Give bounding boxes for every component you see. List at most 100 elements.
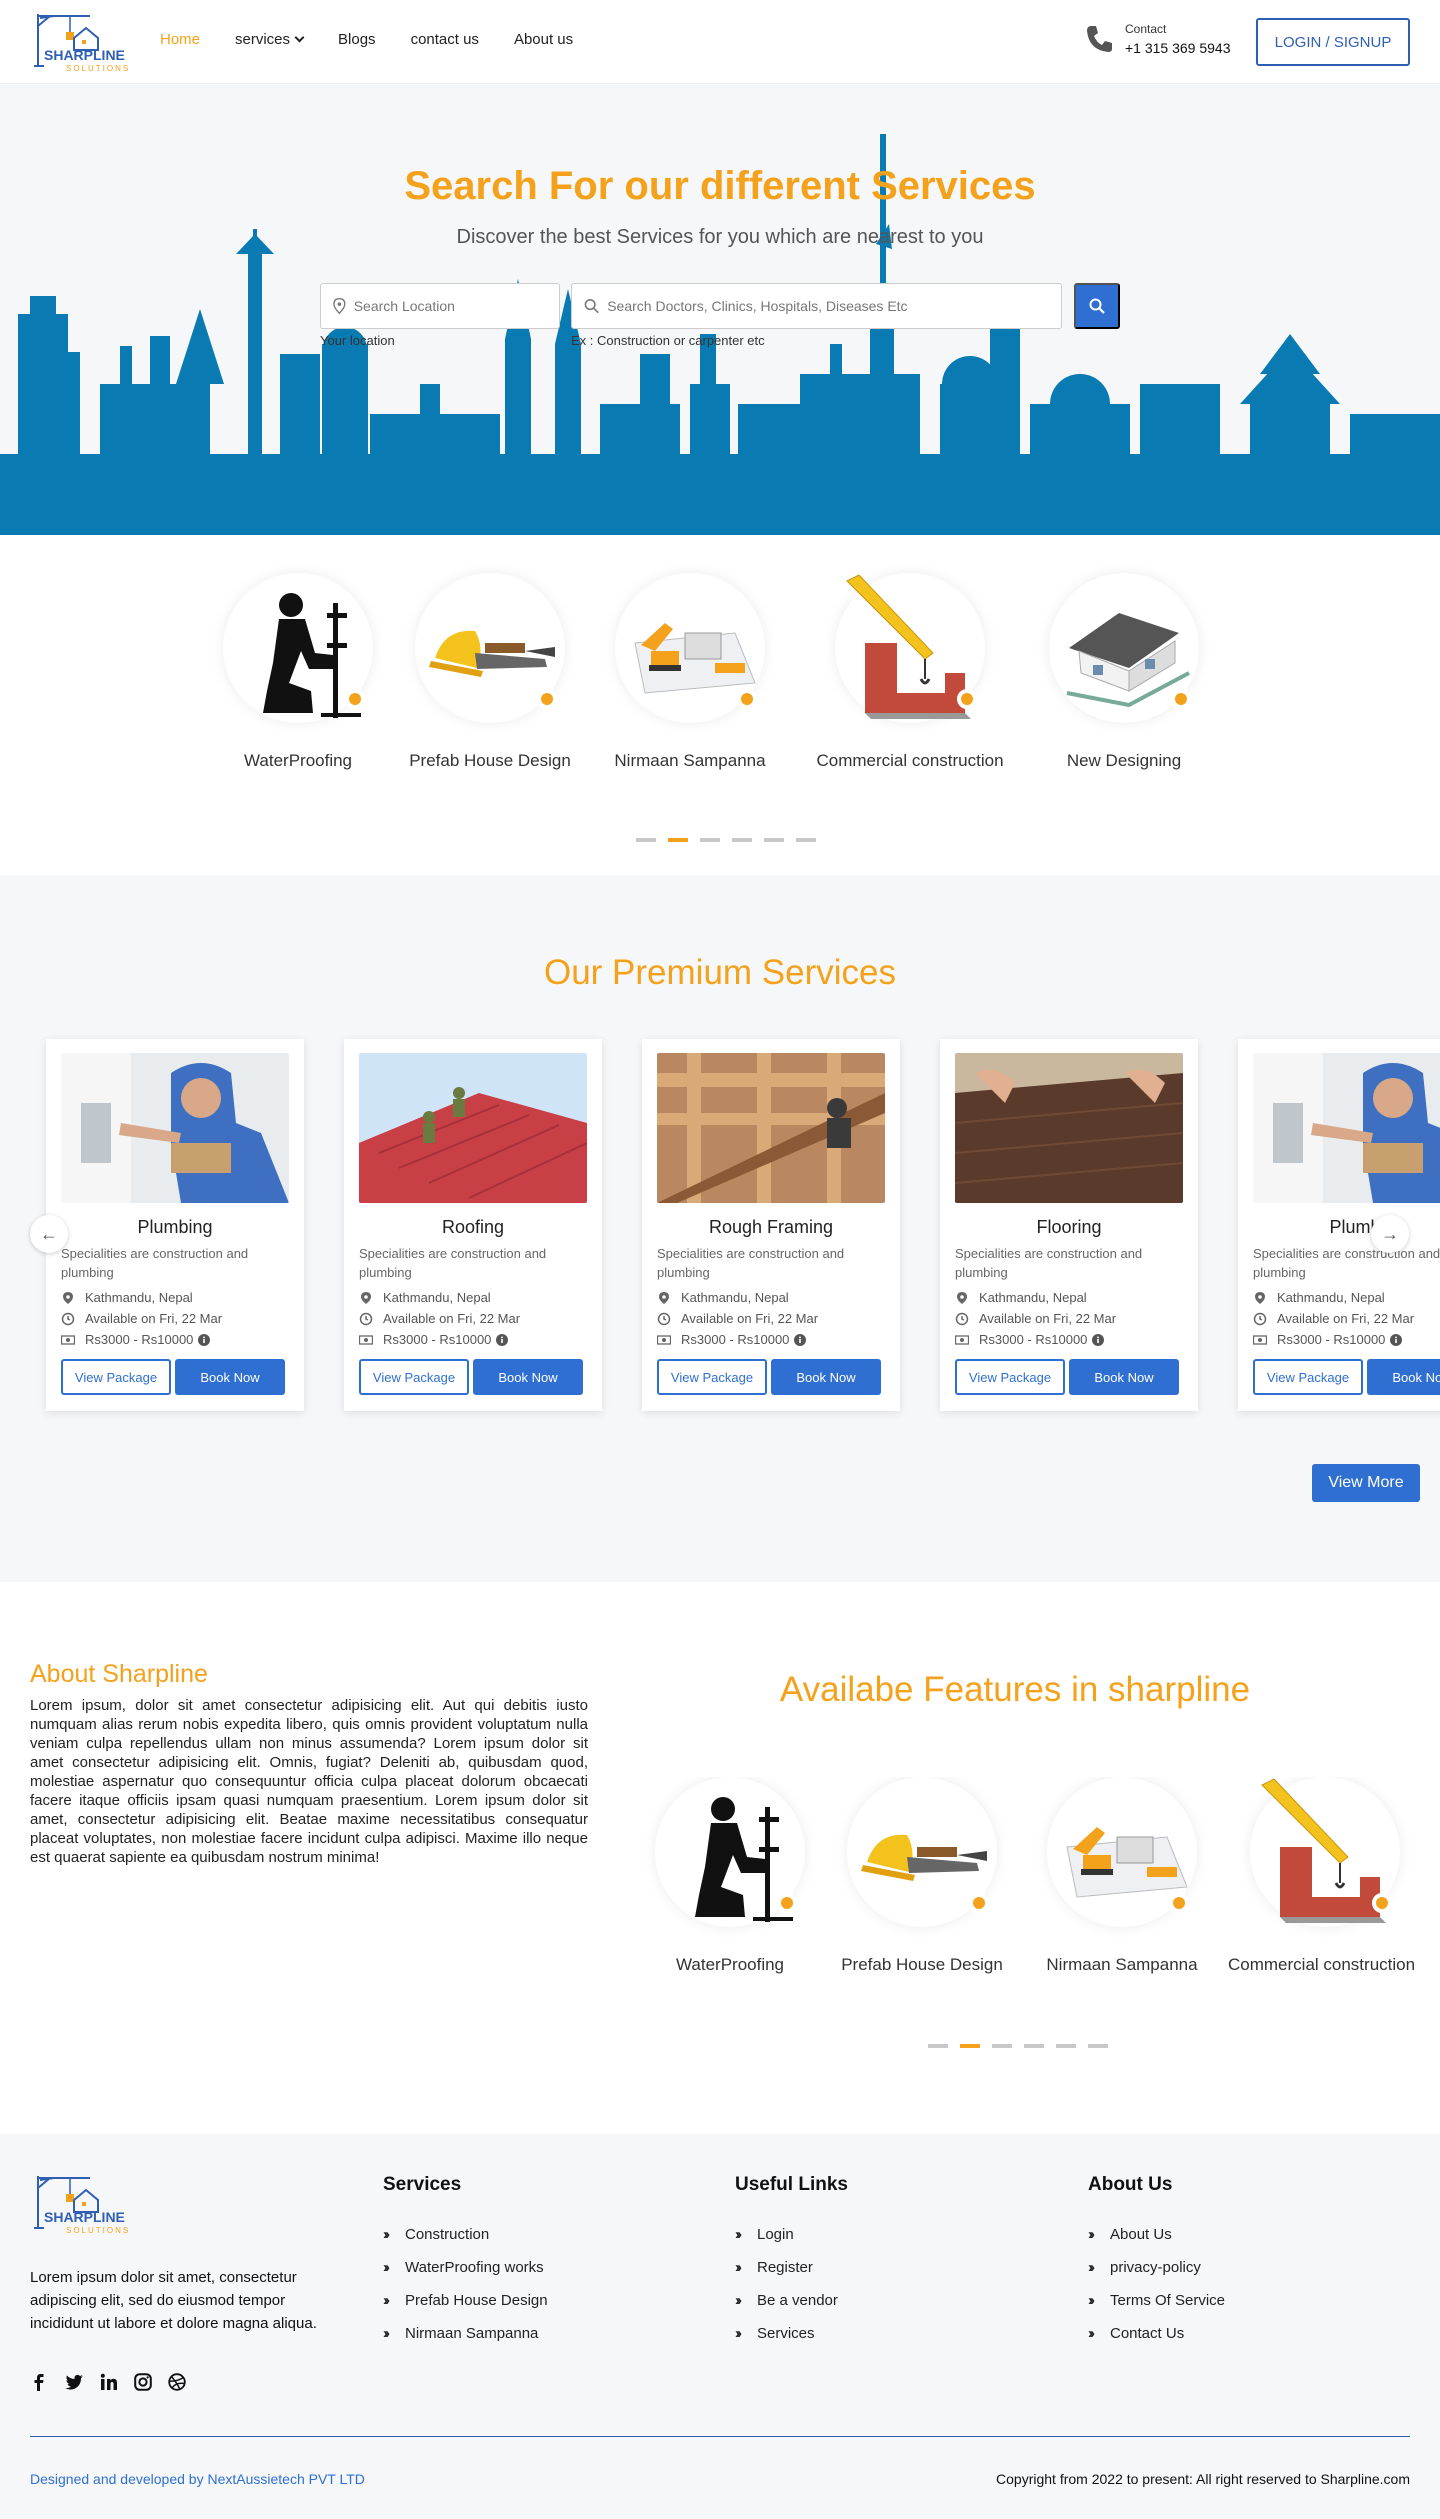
view-package-button[interactable]: View Package (61, 1359, 171, 1395)
view-package-button[interactable]: View Package (955, 1359, 1065, 1395)
twitter-icon[interactable] (64, 2373, 84, 2391)
footer-logo[interactable]: SHARPLINE SOLUTIONS (30, 2170, 132, 2241)
pagination-dot[interactable] (1056, 2044, 1076, 2048)
view-package-button[interactable]: View Package (1253, 1359, 1363, 1395)
book-now-button[interactable]: Book Now (175, 1359, 285, 1395)
pagination-dot[interactable] (764, 838, 784, 842)
nav-services-label: services (235, 31, 291, 48)
feature-item[interactable]: Commercial construction (1224, 1777, 1440, 1975)
feature-label: Nirmaan Sampanna (1046, 1955, 1198, 1974)
double-chevron-icon: ›› (1088, 2226, 1095, 2243)
footer-link[interactable]: ›› Register (735, 2259, 838, 2292)
card-price: Rs3000 - Rs10000 (955, 1332, 1183, 1347)
pagination-dot-active[interactable] (668, 838, 688, 842)
book-now-button[interactable]: Book Now (1069, 1359, 1179, 1395)
footer-link[interactable]: ›› Prefab House Design (383, 2292, 548, 2325)
footer-link[interactable]: ›› Services (735, 2325, 838, 2358)
footer-link[interactable]: ›› WaterProofing works (383, 2259, 548, 2292)
book-now-button[interactable]: Book Now (1367, 1359, 1440, 1395)
pagination-dot[interactable] (1088, 2044, 1108, 2048)
search-icon (584, 299, 599, 314)
house-model-icon (1049, 573, 1199, 723)
flooring-image (955, 1053, 1183, 1203)
card-title: Flooring (1036, 1217, 1102, 1237)
category-item[interactable]: Nirmaan Sampanna (590, 573, 790, 771)
card-availability: Available on Fri, 22 Mar (657, 1311, 885, 1326)
category-item[interactable]: New Designing (1024, 573, 1224, 771)
dribbble-icon[interactable] (168, 2373, 186, 2391)
footer-link[interactable]: ›› privacy-policy (1088, 2259, 1225, 2292)
category-item[interactable]: WaterProofing (198, 573, 398, 771)
category-item[interactable]: Prefab House Design (390, 573, 590, 771)
site-logo[interactable]: SHARPLINE SOLUTIONS (30, 8, 132, 79)
service-search-field[interactable] (571, 283, 1062, 329)
location-input[interactable] (353, 298, 559, 314)
info-icon[interactable] (495, 1333, 509, 1346)
location-pin-icon (333, 298, 346, 315)
pagination-dot[interactable] (700, 838, 720, 842)
card-description: Specialities are construction and plumbi… (1253, 1246, 1440, 1280)
indicator-dot (1171, 689, 1191, 709)
view-package-button[interactable]: View Package (359, 1359, 469, 1395)
service-card: Rough Framing Specialities are construct… (642, 1039, 900, 1411)
category-item[interactable]: Commercial construction (810, 573, 1010, 771)
footer-link[interactable]: ›› Be a vendor (735, 2292, 838, 2325)
feature-item[interactable]: Nirmaan Sampanna (1022, 1777, 1222, 1975)
premium-services-section: Our Premium Services Plumbing Specialiti… (0, 875, 1440, 1582)
card-availability: Available on Fri, 22 Mar (1253, 1311, 1440, 1326)
info-icon[interactable] (197, 1333, 211, 1346)
carousel-prev-button[interactable]: ← (30, 1215, 68, 1253)
site-footer: SHARPLINE SOLUTIONS Lorem ipsum dolor si… (0, 2134, 1440, 2519)
location-hint: Your location (320, 333, 395, 348)
footer-link[interactable]: ›› Nirmaan Sampanna (383, 2325, 548, 2358)
nav-about[interactable]: About us (514, 31, 573, 48)
instagram-icon[interactable] (134, 2373, 152, 2391)
nav-contact[interactable]: contact us (411, 31, 479, 48)
carousel-next-button[interactable]: → (1371, 1215, 1409, 1253)
book-now-button[interactable]: Book Now (771, 1359, 881, 1395)
footer-link[interactable]: ›› Contact Us (1088, 2325, 1225, 2358)
pagination-dot[interactable] (1024, 2044, 1044, 2048)
pagination-dot[interactable] (732, 838, 752, 842)
worker-icon (223, 573, 373, 723)
indicator-dot (1372, 1893, 1392, 1913)
search-button[interactable] (1074, 283, 1120, 329)
linkedin-icon[interactable] (100, 2373, 118, 2391)
feature-item[interactable]: WaterProofing (630, 1777, 830, 1975)
footer-link-label: privacy-policy (1110, 2259, 1201, 2276)
developer-credit-link[interactable]: Designed and developed by NextAussietech… (30, 2471, 365, 2487)
money-icon (359, 1334, 373, 1345)
footer-link[interactable]: ›› Terms Of Service (1088, 2292, 1225, 2325)
nav-home[interactable]: Home (160, 31, 200, 48)
feature-item[interactable]: Prefab House Design (822, 1777, 1022, 1975)
card-availability: Available on Fri, 22 Mar (61, 1311, 289, 1326)
price-text: Rs3000 - Rs10000 (1277, 1332, 1386, 1347)
feature-label: Prefab House Design (841, 1955, 1003, 1974)
info-icon[interactable] (1091, 1333, 1105, 1346)
view-more-button[interactable]: View More (1312, 1464, 1420, 1502)
footer-link[interactable]: ›› Login (735, 2226, 838, 2259)
info-icon[interactable] (793, 1333, 807, 1346)
nav-blogs[interactable]: Blogs (338, 31, 376, 48)
crane-brick-icon (835, 573, 985, 723)
info-icon[interactable] (1389, 1333, 1403, 1346)
pagination-dot[interactable] (928, 2044, 948, 2048)
footer-description: Lorem ipsum dolor sit amet, consectetur … (30, 2269, 317, 2332)
service-input[interactable] (607, 298, 1061, 314)
view-package-button[interactable]: View Package (657, 1359, 767, 1395)
svg-text:SOLUTIONS: SOLUTIONS (66, 64, 130, 73)
pagination-dot[interactable] (796, 838, 816, 842)
pagination-dot[interactable] (636, 838, 656, 842)
login-signup-button[interactable]: LOGIN / SIGNUP (1256, 18, 1410, 66)
nav-services[interactable]: services (235, 31, 305, 48)
location-search-field[interactable] (320, 283, 560, 329)
footer-link[interactable]: ›› About Us (1088, 2226, 1225, 2259)
book-now-button[interactable]: Book Now (473, 1359, 583, 1395)
contact-number[interactable]: +1 315 369 5943 (1125, 40, 1231, 56)
facebook-icon[interactable] (30, 2373, 48, 2391)
pagination-dot-active[interactable] (960, 2044, 980, 2048)
service-card: Roofing Specialities are construction an… (344, 1039, 602, 1411)
svg-text:SHARPLINE: SHARPLINE (44, 2209, 125, 2225)
pagination-dot[interactable] (992, 2044, 1012, 2048)
footer-link[interactable]: ›› Construction (383, 2226, 548, 2259)
